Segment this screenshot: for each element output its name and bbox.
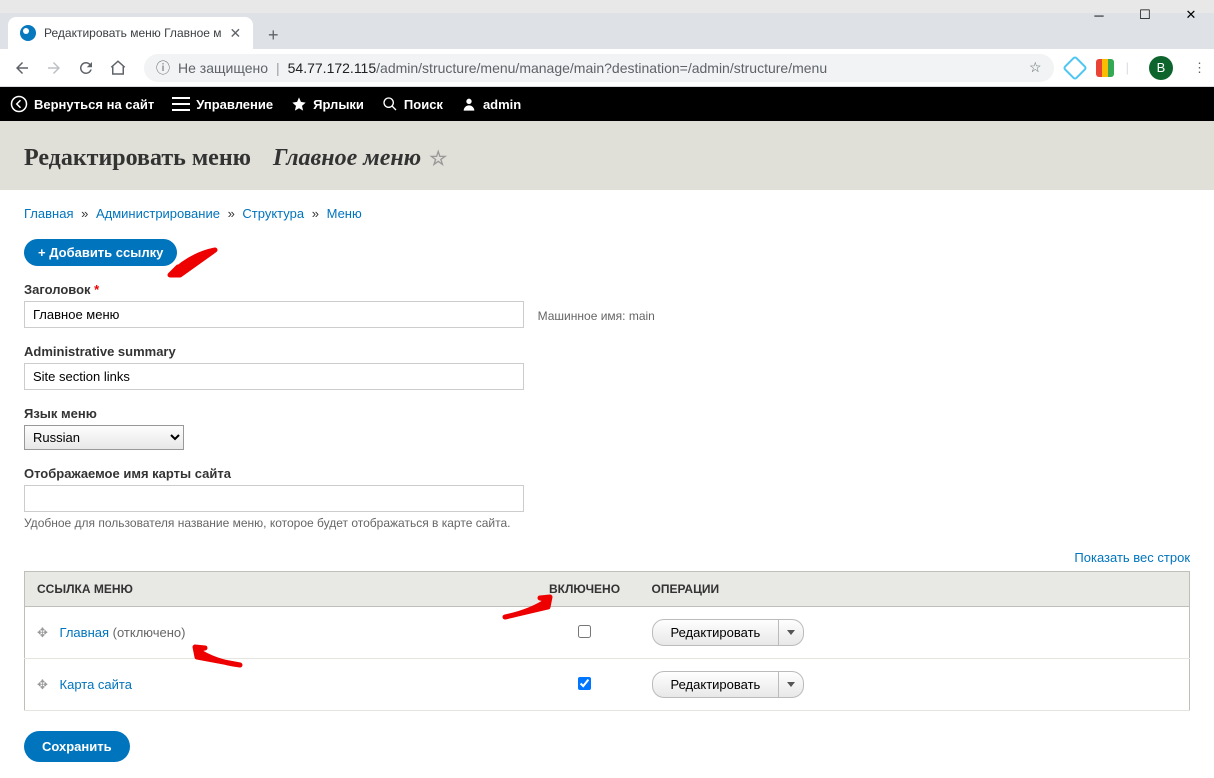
breadcrumb-home[interactable]: Главная (24, 206, 73, 221)
chrome-toolbar: ⓘ Не защищено | 54.77.172.115/admin/stru… (0, 49, 1214, 87)
star-icon (291, 96, 307, 112)
col-link-header: ССЫЛКА МЕНЮ (25, 572, 530, 607)
search-link[interactable]: Поиск (382, 96, 443, 112)
col-ops-header: ОПЕРАЦИИ (640, 572, 840, 607)
sitemap-name-label: Отображаемое имя карты сайта (24, 466, 1190, 481)
window-controls: ─ ☐ ✕ (1076, 0, 1214, 30)
show-weights-wrapper: Показать вес строк (24, 550, 1190, 565)
window-maximize[interactable]: ☐ (1122, 0, 1168, 30)
footer-actions: Сохранить (24, 731, 1190, 762)
language-select[interactable]: Russian (24, 425, 184, 450)
breadcrumb-admin[interactable]: Администрирование (96, 206, 220, 221)
chevron-down-icon (787, 682, 795, 688)
forward-button[interactable] (40, 54, 68, 82)
user-link[interactable]: admin (461, 96, 521, 112)
disabled-suffix: (отключено) (113, 625, 186, 640)
profile-avatar[interactable]: В (1149, 56, 1173, 80)
col-enabled-header: ВКЛЮЧЕНО (530, 572, 640, 607)
chevron-down-icon (787, 630, 795, 636)
window-minimize[interactable]: ─ (1076, 0, 1122, 30)
main-content: Главная » Администрирование » Структура … (0, 190, 1214, 778)
back-to-site-link[interactable]: Вернуться на сайт (10, 95, 154, 113)
edit-button[interactable]: Редактировать (652, 619, 780, 646)
url-text: 54.77.172.115/admin/structure/menu/manag… (288, 60, 827, 76)
back-button[interactable] (8, 54, 36, 82)
chrome-titlebar (0, 0, 1214, 13)
language-label: Язык меню (24, 406, 1190, 421)
chrome-menu-icon[interactable]: ⋮ (1193, 60, 1206, 76)
favorite-star-icon[interactable]: ☆ (429, 146, 447, 171)
new-tab-button[interactable]: + (259, 21, 287, 49)
menu-link[interactable]: Главная (60, 625, 109, 640)
sitemap-name-input[interactable] (24, 485, 524, 512)
title-label: Заголовок * (24, 282, 1190, 297)
table-row: ✥ Карта сайта Редактировать (25, 659, 1190, 711)
extension-icons: | В ⋮ (1066, 56, 1206, 80)
page-title: Редактировать меню Главное меню ☆ (24, 145, 1190, 172)
chrome-tabstrip: Редактировать меню Главное м ✕ + (0, 13, 1214, 49)
browser-tab[interactable]: Редактировать меню Главное м ✕ (8, 17, 253, 49)
home-button[interactable] (104, 54, 132, 82)
window-close[interactable]: ✕ (1168, 0, 1214, 30)
sitemap-name-field-wrapper: Отображаемое имя карты сайта Удобное для… (24, 466, 1190, 530)
menu-link[interactable]: Карта сайта (60, 677, 132, 692)
table-row: ✥ Главная (отключено) Редактировать (25, 607, 1190, 659)
breadcrumb-menu[interactable]: Меню (327, 206, 362, 221)
security-label: Не защищено (178, 60, 268, 76)
info-icon: ⓘ (156, 58, 170, 78)
chevron-left-circle-icon (10, 95, 28, 113)
user-icon (461, 96, 477, 112)
breadcrumb-structure[interactable]: Структура (242, 206, 304, 221)
extension-icon-1[interactable] (1062, 55, 1087, 80)
sitemap-name-description: Удобное для пользователя название меню, … (24, 516, 1190, 530)
manage-link[interactable]: Управление (172, 97, 273, 112)
enabled-checkbox[interactable] (578, 677, 591, 690)
bookmark-star-icon[interactable]: ☆ (1029, 59, 1042, 76)
tab-title: Редактировать меню Главное м (44, 26, 222, 40)
enabled-checkbox[interactable] (578, 625, 591, 638)
drupal-favicon-icon (20, 25, 36, 41)
title-input[interactable] (24, 301, 524, 328)
ops-dropdown-toggle[interactable] (779, 619, 804, 646)
extension-icon-2[interactable] (1096, 59, 1114, 77)
address-bar[interactable]: ⓘ Не защищено | 54.77.172.115/admin/stru… (144, 54, 1054, 82)
shortcuts-link[interactable]: Ярлыки (291, 96, 364, 112)
tab-close-icon[interactable]: ✕ (230, 25, 242, 42)
add-link-button[interactable]: + Добавить ссылку (24, 239, 177, 266)
edit-button[interactable]: Редактировать (652, 671, 780, 698)
ops-dropdown-toggle[interactable] (779, 671, 804, 698)
reload-button[interactable] (72, 54, 100, 82)
summary-field-wrapper: Administrative summary (24, 344, 1190, 390)
admin-toolbar: Вернуться на сайт Управление Ярлыки Поис… (0, 87, 1214, 121)
drag-handle-icon[interactable]: ✥ (37, 677, 48, 692)
drag-handle-icon[interactable]: ✥ (37, 625, 48, 640)
summary-input[interactable] (24, 363, 524, 390)
show-weights-link[interactable]: Показать вес строк (1074, 550, 1190, 565)
language-field-wrapper: Язык меню Russian (24, 406, 1190, 450)
page-header: Редактировать меню Главное меню ☆ (0, 121, 1214, 190)
save-button[interactable]: Сохранить (24, 731, 130, 762)
summary-label: Administrative summary (24, 344, 1190, 359)
menu-links-table: ССЫЛКА МЕНЮ ВКЛЮЧЕНО ОПЕРАЦИИ ✥ Главная … (24, 571, 1190, 711)
hamburger-icon (172, 97, 190, 111)
title-field-wrapper: Заголовок * Машинное имя: main (24, 282, 1190, 328)
machine-name-text: Машинное имя: main (538, 309, 655, 323)
search-icon (382, 96, 398, 112)
breadcrumb: Главная » Администрирование » Структура … (24, 206, 1190, 221)
